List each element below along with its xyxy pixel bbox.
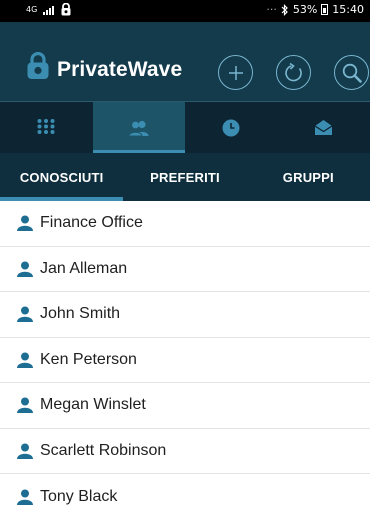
contact-row[interactable]: Scarlett Robinson xyxy=(0,429,370,474)
contact-tabs: CONOSCIUTI PREFERITI GRUPPI xyxy=(0,153,370,201)
status-left: 4G xyxy=(26,3,72,16)
contact-row[interactable]: Megan Winslet xyxy=(0,383,370,429)
clock-icon xyxy=(222,119,240,136)
contact-row[interactable]: Jan Alleman xyxy=(0,247,370,292)
contacts-icon xyxy=(128,120,149,136)
tab-conosciuti[interactable]: CONOSCIUTI xyxy=(0,153,124,201)
app-notification-icon xyxy=(61,3,71,16)
search-icon xyxy=(342,63,362,83)
section-nav xyxy=(0,101,370,153)
contact-name: Megan Winslet xyxy=(40,396,146,414)
tab-gruppi[interactable]: GRUPPI xyxy=(247,153,370,201)
contact-name: John Smith xyxy=(40,305,121,323)
bluetooth-icon xyxy=(281,3,288,16)
person-icon xyxy=(17,215,33,232)
nav-messages[interactable] xyxy=(278,102,370,153)
clock-time: 15:40 xyxy=(332,3,364,16)
contact-name: Scarlett Robinson xyxy=(40,441,167,459)
contact-row[interactable]: Ken Peterson xyxy=(0,338,370,383)
app-title: PrivateWave xyxy=(57,58,183,81)
person-icon xyxy=(17,352,33,368)
signal-icon xyxy=(43,5,55,15)
nav-dialpad[interactable] xyxy=(0,102,93,153)
contact-row[interactable]: Tony Black xyxy=(0,474,370,514)
battery-percent: 53% xyxy=(292,3,318,16)
contact-list: Finance Office Jan Alleman John Smith Ke… xyxy=(0,201,370,514)
tab-preferiti[interactable]: PREFERITI xyxy=(123,153,246,201)
plus-icon xyxy=(228,65,243,80)
contact-row[interactable]: John Smith xyxy=(0,292,370,338)
contact-name: Tony Black xyxy=(40,487,118,505)
search-button[interactable] xyxy=(334,55,369,90)
add-button[interactable] xyxy=(218,55,253,90)
envelope-icon xyxy=(314,120,333,135)
battery-icon xyxy=(321,4,329,15)
person-icon xyxy=(17,489,33,505)
refresh-button[interactable] xyxy=(276,55,311,90)
app-logo-icon xyxy=(27,52,49,79)
contact-name: Jan Alleman xyxy=(40,259,128,277)
contact-name: Finance Office xyxy=(40,214,143,232)
nav-history[interactable] xyxy=(185,102,278,153)
contact-row[interactable]: Finance Office xyxy=(0,201,370,247)
person-icon xyxy=(17,261,33,277)
dialpad-icon xyxy=(37,118,55,134)
overflow-dots: ··· xyxy=(266,3,277,16)
contact-name: Ken Peterson xyxy=(40,350,137,368)
app-bar: PrivateWave xyxy=(0,22,370,101)
person-icon xyxy=(17,397,33,414)
person-icon xyxy=(17,306,33,323)
status-bar: 4G ··· 53% 15:40 xyxy=(0,0,370,22)
refresh-icon xyxy=(284,62,302,81)
network-type: 4G xyxy=(26,5,38,14)
status-right: ··· 53% 15:40 xyxy=(266,3,364,16)
person-icon xyxy=(17,443,33,459)
nav-contacts[interactable] xyxy=(92,102,185,153)
